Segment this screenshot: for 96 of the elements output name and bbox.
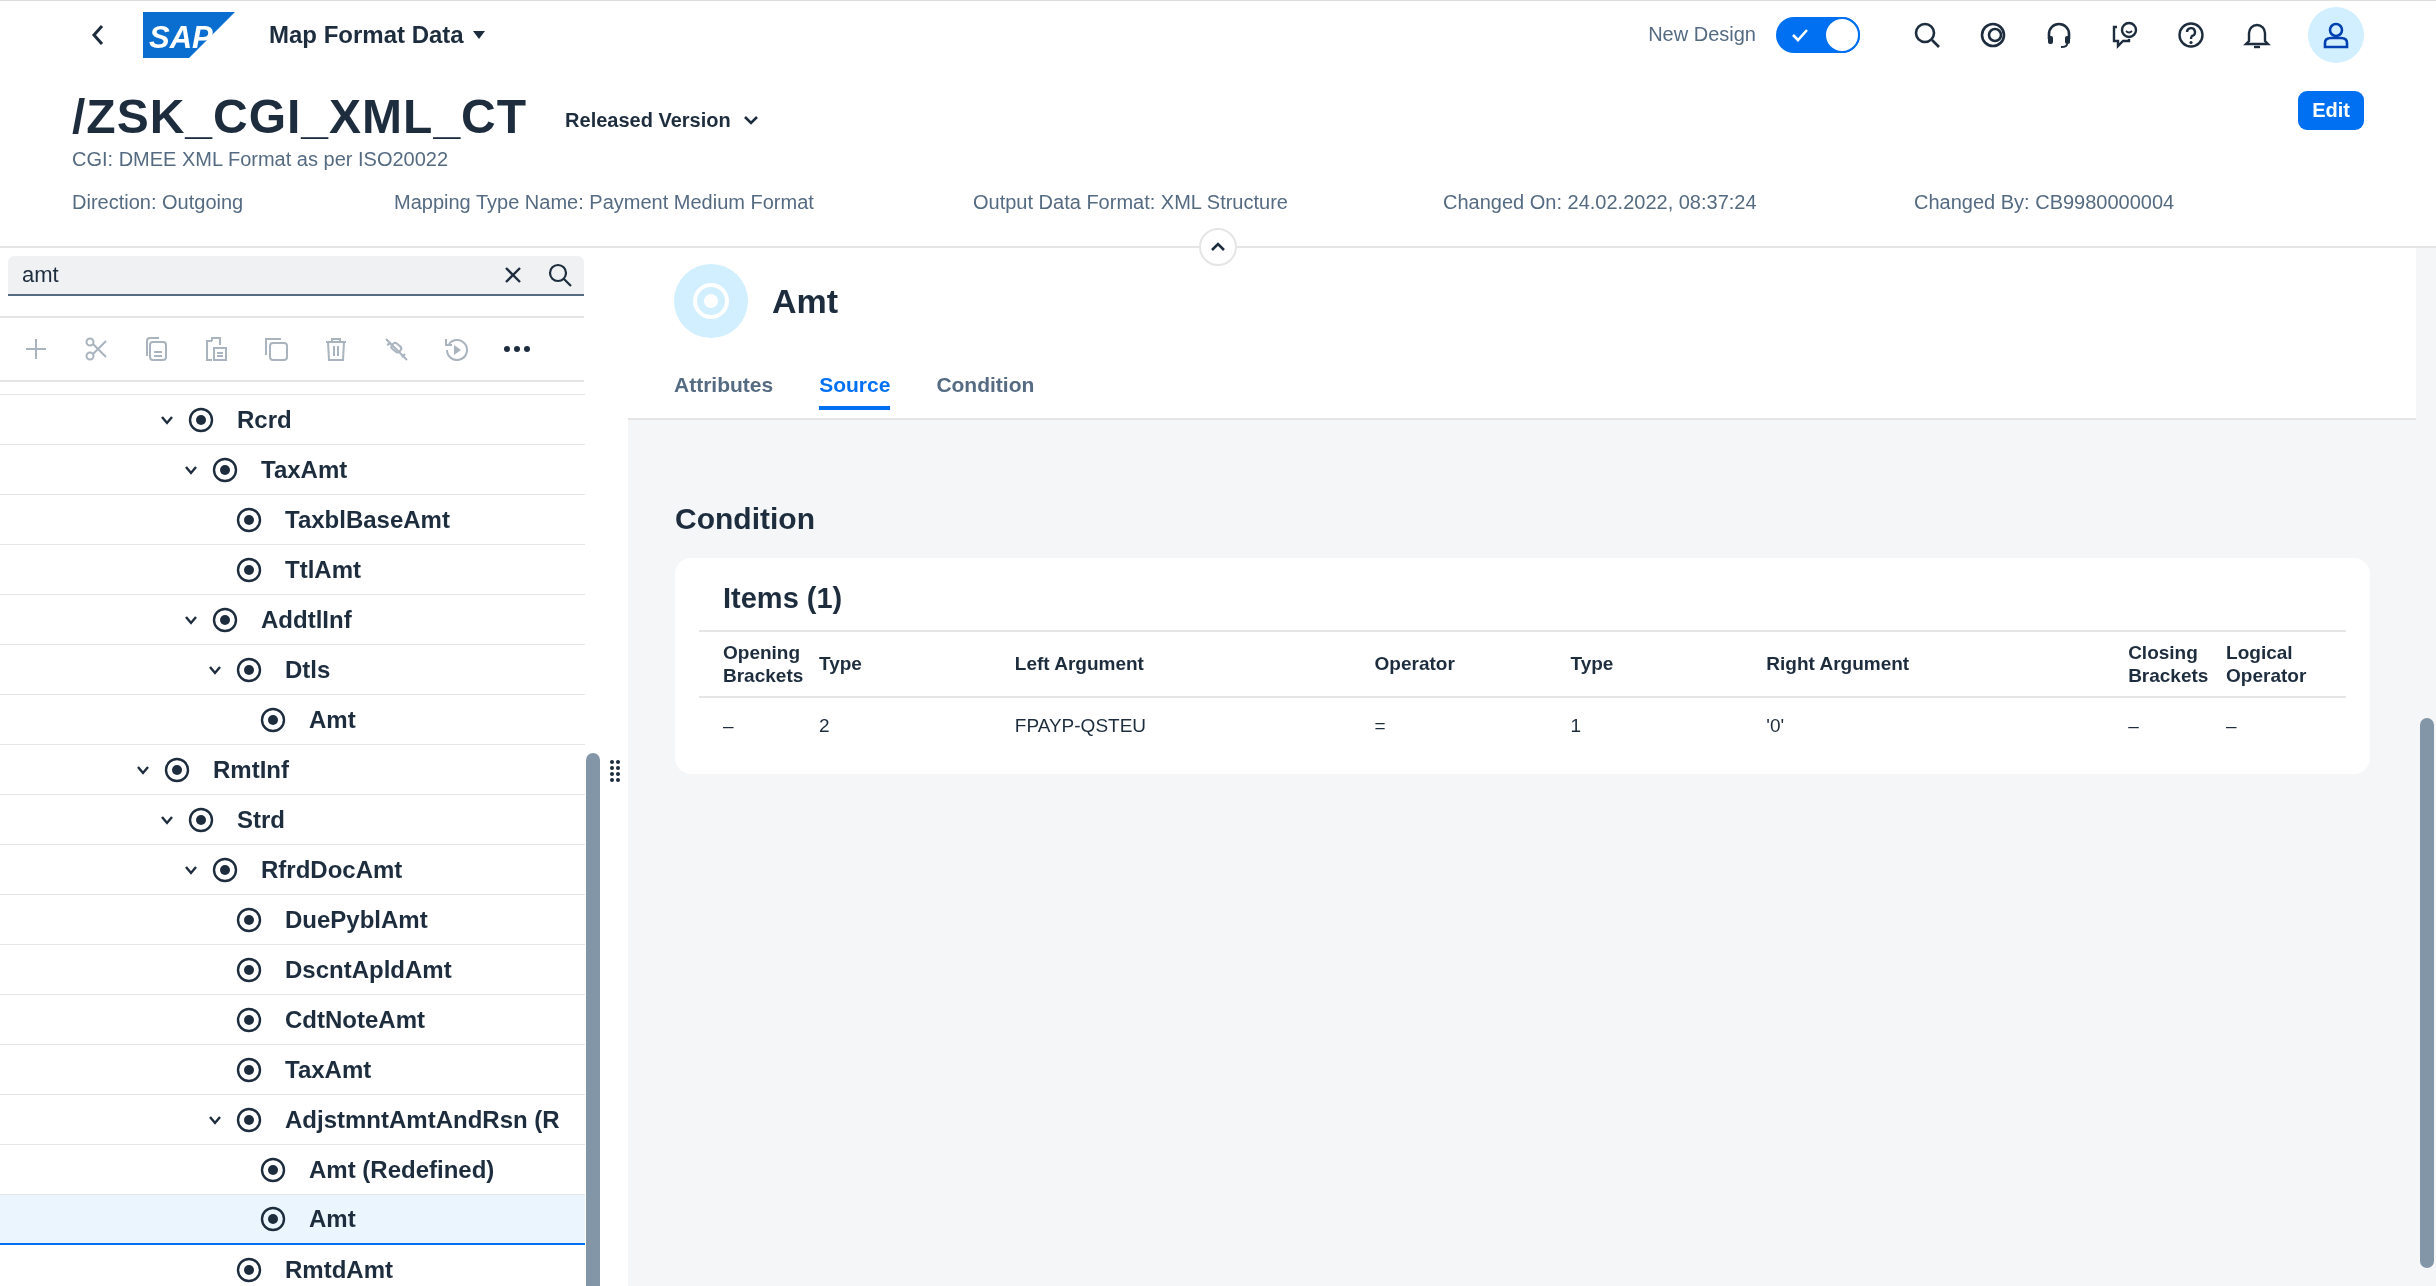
column-header: Closing Brackets	[2128, 642, 2210, 688]
chat-bubble-icon[interactable]	[2111, 20, 2139, 49]
radio-target-icon	[236, 956, 262, 983]
table-cell-text: 1	[1570, 714, 1583, 737]
tree-item[interactable]: Strd	[0, 795, 585, 845]
chevron-icon[interactable]	[184, 614, 198, 625]
detail-title: Amt	[772, 281, 839, 321]
collapse-header-button[interactable]	[1199, 228, 1237, 266]
search-field[interactable]: amt	[8, 256, 584, 296]
radio-target-icon	[236, 556, 262, 583]
edit-button[interactable]: Edit	[2298, 90, 2364, 130]
radio-target-icon	[236, 1106, 262, 1133]
help-icon[interactable]	[2177, 20, 2205, 49]
header-attribute: Changed On: 24.02.2022, 08:37:24	[1443, 191, 1758, 214]
radio-target-icon	[212, 856, 238, 883]
table-cell-text: 2	[818, 714, 831, 737]
search-icon[interactable]	[548, 263, 572, 287]
column-header: Logical Operator	[2226, 642, 2308, 688]
column-header: Opening Brackets	[723, 642, 805, 688]
tab[interactable]: Attributes	[674, 364, 774, 410]
chevron-icon[interactable]	[208, 1114, 222, 1125]
radio-target-icon	[260, 1206, 286, 1232]
radio-target-icon	[260, 1156, 286, 1183]
object-title: /ZSK_CGI_XML_CT	[72, 88, 528, 144]
chevron-icon[interactable]	[208, 664, 222, 675]
radio-target-icon	[236, 1056, 262, 1083]
tree-item[interactable]: TaxAmt	[0, 1045, 585, 1095]
column-header: Type	[818, 653, 863, 677]
header-attribute: Mapping Type Name: Payment Medium Format	[394, 191, 815, 214]
chevron-icon[interactable]	[184, 464, 198, 475]
tree-item[interactable]: TtlAmt	[0, 545, 585, 595]
headset-icon[interactable]	[2045, 20, 2073, 49]
dropdown-icon	[471, 29, 486, 40]
tree-item[interactable]: Amt	[0, 1195, 585, 1245]
new-design-label: New Design	[1648, 23, 1756, 46]
chevron-icon[interactable]	[136, 764, 150, 775]
chevron-icon[interactable]	[184, 864, 198, 875]
tree-item[interactable]: AddtlInf	[0, 595, 585, 645]
section-title: Condition	[675, 502, 816, 536]
column-header: Operator	[1374, 653, 1456, 677]
tab[interactable]: Source	[819, 364, 891, 410]
tree-item[interactable]: CdtNoteAmt	[0, 995, 585, 1045]
tree-item[interactable]: Rcrd	[0, 395, 585, 445]
object-subtitle: CGI: DMEE XML Format as per ISO20022	[72, 148, 450, 171]
table-cell-text: –	[2128, 714, 2140, 737]
header-attribute: Direction: Outgoing	[72, 191, 245, 214]
tree-item[interactable]: DuePyblAmt	[0, 895, 585, 945]
tree-item[interactable]: Amt	[0, 695, 585, 745]
radio-target-icon	[188, 406, 214, 433]
scrollbar-thumb[interactable]	[2420, 718, 2434, 1268]
radio-target-icon	[236, 1006, 262, 1033]
tree-item[interactable]: TaxblBaseAmt	[0, 495, 585, 545]
radio-target-icon	[164, 756, 190, 783]
radio-target-icon	[236, 906, 262, 933]
radio-target-icon	[236, 1256, 262, 1283]
chevron-icon[interactable]	[160, 414, 174, 425]
header-attribute: Changed By: CB9980000004	[1914, 191, 2176, 214]
radio-target-icon	[212, 606, 238, 633]
tree-item[interactable]: RfrdDocAmt	[0, 845, 585, 895]
radio-target-icon	[212, 456, 238, 483]
chevron-up-icon	[1210, 242, 1226, 252]
scrollbar-thumb[interactable]	[586, 753, 600, 1286]
tree-item[interactable]: TaxAmt	[0, 445, 585, 495]
table-cell-text: =	[1374, 714, 1387, 737]
version-select[interactable]: Released Version	[565, 108, 759, 132]
table-cell-text: –	[723, 714, 735, 737]
chevron-icon[interactable]	[160, 814, 174, 825]
splitter-handle[interactable]	[610, 760, 620, 782]
search-icon[interactable]	[1913, 20, 1941, 49]
tree-item[interactable]: RmtInf	[0, 745, 585, 795]
tree-item[interactable]: DscntApldAmt	[0, 945, 585, 995]
radio-target-icon	[236, 656, 262, 683]
check-icon	[1791, 27, 1809, 42]
column-header: Type	[1570, 653, 1615, 677]
tree-item[interactable]: RmtdAmt	[0, 1245, 585, 1286]
header-attribute: Output Data Format: XML Structure	[973, 191, 1289, 214]
tree-item[interactable]: AdjstmntAmtAndRsn (R	[0, 1095, 585, 1145]
back-icon[interactable]	[91, 23, 105, 46]
table-title: Items (1)	[699, 582, 2346, 632]
radio-target-icon	[236, 506, 262, 533]
column-header: Left Argument	[1014, 653, 1145, 677]
app-title-menu[interactable]: Map Format Data	[269, 20, 486, 49]
sap-logo: SAP	[143, 11, 235, 58]
ring-icon[interactable]	[1979, 20, 2007, 49]
radio-target-icon	[260, 706, 286, 733]
clear-icon[interactable]	[504, 266, 522, 284]
column-header: Right Argument	[1766, 653, 1911, 677]
tree-item[interactable]: Dtls	[0, 645, 585, 695]
table-cell-text: –	[2226, 714, 2238, 737]
table-cell-text: '0'	[1766, 714, 1786, 737]
more-icon[interactable]	[504, 346, 530, 352]
table-cell-text: FPAYP-QSTEU	[1014, 714, 1148, 737]
chevron-down-icon	[742, 115, 759, 125]
tab[interactable]: Condition	[936, 364, 1035, 410]
radio-target-icon	[188, 806, 214, 833]
new-design-toggle[interactable]	[1776, 16, 1860, 53]
